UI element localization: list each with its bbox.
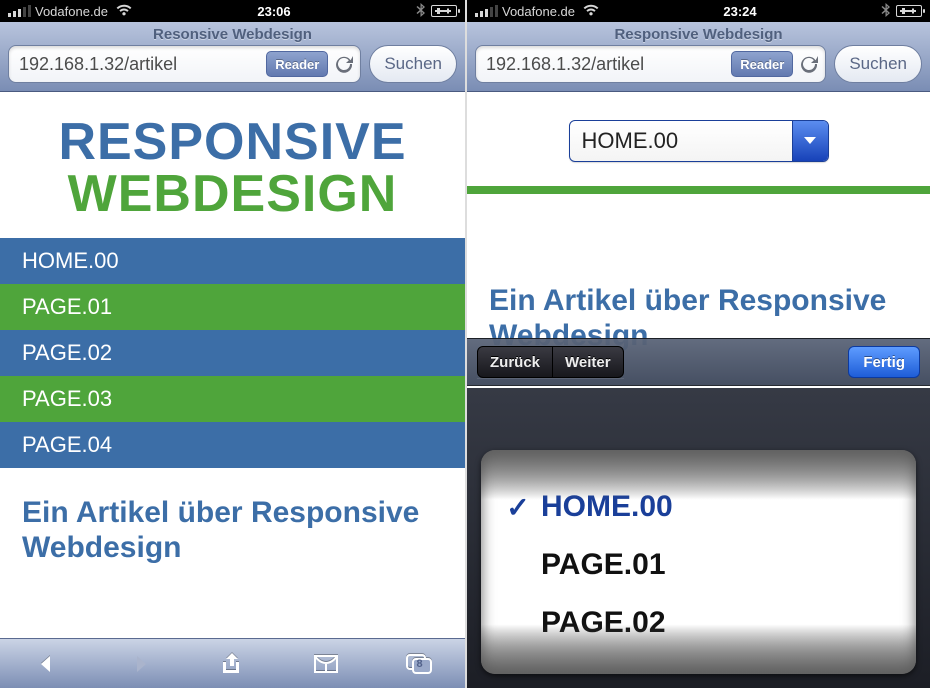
nav-item-page01[interactable]: PAGE.01 [0,284,465,330]
article-heading: Ein Artikel über Responsive Webdesign [22,496,443,565]
page-title: Responsive Webdesign [467,22,930,45]
signal-icon [475,5,498,17]
url-text: 192.168.1.32/artikel [486,54,731,75]
status-bar: Vodafone.de 23:06 [0,0,465,22]
check-icon: ✓ [505,491,531,524]
phone-right: Vodafone.de 23:24 Responsive Webdesign 1… [465,0,930,688]
divider [467,186,930,194]
nav-item-page02[interactable]: PAGE.02 [0,330,465,376]
nav-list: HOME.00 PAGE.01 PAGE.02 PAGE.03 PAGE.04 [0,238,465,468]
carrier-label: Vodafone.de [35,4,108,19]
reader-button[interactable]: Reader [731,51,793,77]
site-logo: RESPONSIVE WEBDESIGN [0,92,465,238]
prev-next-segment: Zurück Weiter [477,346,624,378]
search-button[interactable]: Suchen [834,45,922,83]
nav-select-value: HOME.00 [582,128,679,154]
logo-line2: WEBDESIGN [0,168,465,220]
wifi-icon [116,4,132,19]
page-content: HOME.00 Ein Artikel über Responsive Webd… [467,92,930,363]
phone-left: Vodafone.de 23:06 Resonsive Webdesign 19… [0,0,465,688]
picker-wheel[interactable]: ✓ HOME.00 ✓ PAGE.01 ✓ PAGE.02 [481,450,916,674]
article: Ein Artikel über Responsive Webdesign [0,468,465,575]
bluetooth-icon [881,3,890,20]
bluetooth-icon [416,3,425,20]
done-button[interactable]: Fertig [848,346,920,378]
nav-select[interactable]: HOME.00 [569,120,829,162]
safari-bottom-toolbar: 8 [0,638,465,688]
prev-button[interactable]: Zurück [477,346,553,378]
url-field[interactable]: 192.168.1.32/artikel Reader [475,45,826,83]
share-button[interactable] [215,646,251,682]
tabs-count: 8 [417,658,423,670]
url-field[interactable]: 192.168.1.32/artikel Reader [8,45,361,83]
page-title: Resonsive Webdesign [0,22,465,45]
reload-icon[interactable] [797,52,821,76]
picker-option-label: PAGE.01 [541,548,666,582]
carrier-label: Vodafone.de [502,4,575,19]
nav-item-home[interactable]: HOME.00 [0,238,465,284]
logo-line1: RESPONSIVE [0,116,465,168]
safari-top-chrome: Resonsive Webdesign 192.168.1.32/artikel… [0,22,465,92]
input-accessory-bar: Zurück Weiter Fertig [467,338,930,386]
reader-button[interactable]: Reader [266,51,328,77]
status-bar: Vodafone.de 23:24 [467,0,930,22]
page-content: RESPONSIVE WEBDESIGN HOME.00 PAGE.01 PAG… [0,92,465,575]
search-button[interactable]: Suchen [369,45,457,83]
bookmarks-button[interactable] [308,646,344,682]
forward-button[interactable] [122,646,158,682]
tabs-button[interactable]: 8 [401,646,437,682]
picker-option-label: PAGE.02 [541,606,666,640]
nav-item-page03[interactable]: PAGE.03 [0,376,465,422]
clock: 23:24 [599,4,881,19]
picker-option-page01[interactable]: ✓ PAGE.01 [505,536,892,594]
signal-icon [8,5,31,17]
url-text: 192.168.1.32/artikel [19,54,266,75]
wifi-icon [583,4,599,19]
picker-option-page02[interactable]: ✓ PAGE.02 [505,594,892,652]
battery-icon [896,5,922,17]
reload-icon[interactable] [332,52,356,76]
battery-icon [431,5,457,17]
chevron-down-icon [792,121,828,161]
clock: 23:06 [132,4,416,19]
next-button[interactable]: Weiter [553,346,624,378]
nav-item-page04[interactable]: PAGE.04 [0,422,465,468]
picker-option-label: HOME.00 [541,490,673,524]
picker-option-home[interactable]: ✓ HOME.00 [505,478,892,536]
picker: ✓ HOME.00 ✓ PAGE.01 ✓ PAGE.02 [467,388,930,688]
safari-top-chrome: Responsive Webdesign 192.168.1.32/artike… [467,22,930,92]
back-button[interactable] [29,646,65,682]
